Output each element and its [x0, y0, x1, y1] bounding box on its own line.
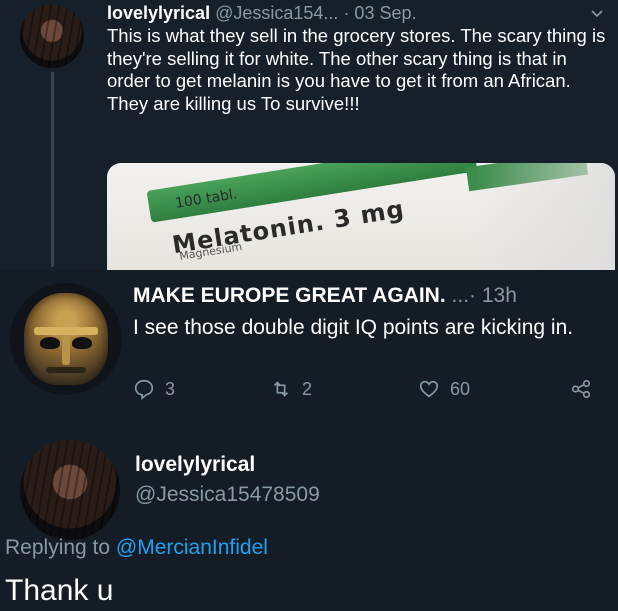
tweet-time[interactable]: 13h — [482, 284, 517, 307]
tweet-text: Thank u — [5, 574, 114, 607]
heart-icon — [419, 380, 439, 398]
avatar-hair — [20, 440, 120, 540]
retweet-icon — [273, 381, 289, 397]
more-dots[interactable]: ...· — [452, 284, 477, 307]
retweet-button[interactable]: 2 — [270, 378, 312, 400]
tweet-text: This is what they sell in the grocery st… — [107, 25, 606, 114]
reply-button[interactable]: 3 — [133, 378, 175, 400]
image-shade — [475, 163, 615, 270]
tweet-reply: MAKE EUROPE GREAT AGAIN. ...· 13h I see … — [0, 270, 618, 611]
tweet-original: lovelylyrical @Jessica154... · 03 Sep. T… — [0, 0, 618, 270]
chevron-down-icon[interactable] — [591, 8, 603, 20]
tweet-image[interactable]: 100 tabl. Melatonin. 3 mg Magnesium — [107, 163, 615, 270]
helmet-nose — [62, 335, 70, 365]
tweet-text: I see those double digit IQ points are k… — [133, 316, 574, 339]
share-icon — [571, 379, 591, 399]
replying-to: Replying to @MercianInfidel — [5, 536, 268, 560]
tweet-header: MAKE EUROPE GREAT AGAIN. ...· 13h — [133, 284, 517, 308]
author-handle[interactable]: @Jessica154... — [215, 3, 338, 23]
author-name[interactable]: lovelylyrical — [107, 3, 210, 23]
avatar-hair — [20, 4, 84, 68]
author-handle[interactable]: @Jessica15478509 — [135, 483, 320, 507]
retweet-count: 2 — [302, 378, 313, 399]
helmet-eye — [40, 337, 60, 349]
avatar[interactable] — [20, 440, 120, 540]
reply-count: 3 — [165, 378, 176, 399]
tweet-date[interactable]: · 03 Sep. — [343, 3, 416, 23]
like-count: 60 — [450, 378, 471, 399]
like-button[interactable]: 60 — [418, 378, 470, 400]
thread-line — [51, 72, 54, 267]
helmet-brow — [34, 327, 98, 335]
tweet-header: lovelylyrical @Jessica154... · 03 Sep. — [107, 3, 416, 24]
author-name[interactable]: MAKE EUROPE GREAT AGAIN. — [133, 284, 446, 307]
replying-prefix: Replying to — [5, 536, 111, 559]
avatar[interactable] — [20, 4, 84, 68]
mention-link[interactable]: @MercianInfidel — [116, 536, 268, 559]
share-button[interactable] — [570, 378, 602, 400]
author-name[interactable]: lovelylyrical — [135, 453, 255, 477]
reply-icon — [134, 379, 154, 400]
tweet-actions: 3 2 60 — [0, 378, 618, 408]
helmet-avatar-icon — [24, 293, 108, 385]
helmet-eye — [72, 337, 92, 349]
helmet-mouth — [46, 367, 86, 373]
